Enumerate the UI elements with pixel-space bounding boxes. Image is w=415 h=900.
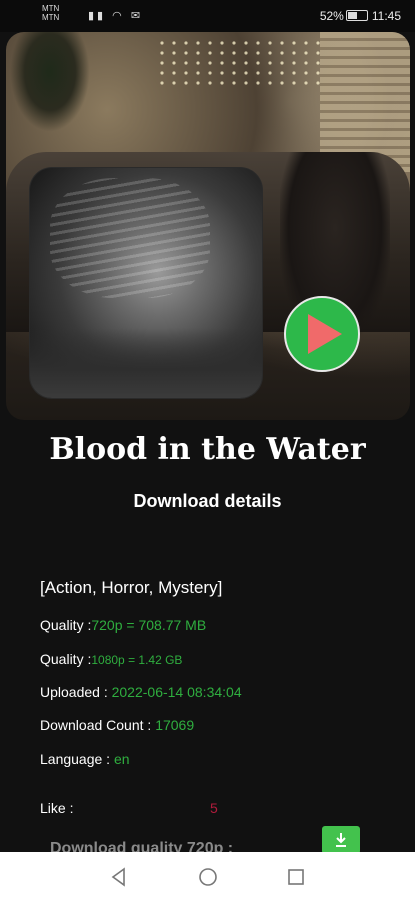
uploaded-label: Uploaded : — [40, 684, 112, 700]
home-button[interactable] — [197, 866, 219, 888]
wifi-icon: ◠ — [112, 10, 125, 22]
language-value: en — [113, 751, 130, 767]
like-label[interactable]: Like : — [40, 800, 73, 816]
home-icon — [199, 868, 217, 886]
language-row: Language : en — [40, 751, 130, 767]
quality-row-720: Quality :720p = 708.77 MB — [40, 617, 206, 633]
back-button[interactable] — [108, 866, 130, 888]
download-count-label: Download Count : — [40, 717, 156, 733]
quality-value: 1080p = 1.42 GB — [91, 653, 183, 667]
backdrop-lights — [156, 38, 326, 88]
status-icons: ▮▮ ◠ ✉ — [88, 9, 143, 22]
uploaded-value: 2022-06-14 08:34:04 — [111, 684, 242, 700]
like-count: 5 — [210, 800, 218, 816]
quality-value: 720p = 708.77 MB — [91, 617, 207, 633]
back-icon — [111, 867, 125, 887]
play-icon — [308, 314, 342, 354]
section-heading: Download details — [133, 491, 282, 511]
status-right: 52% 11:45 — [320, 9, 401, 23]
download-count-value: 17069 — [155, 717, 195, 733]
notification-icon: ✉ — [130, 10, 144, 22]
download-button[interactable] — [322, 826, 360, 854]
download-icon — [336, 833, 346, 847]
carrier-1: MTN — [42, 4, 60, 13]
battery-percent: 52% — [319, 9, 344, 23]
genres: [Action, Horror, Mystery] — [40, 578, 223, 597]
play-button[interactable] — [284, 296, 360, 372]
recents-icon — [288, 869, 304, 885]
uploaded-row: Uploaded : 2022-06-14 08:34:04 — [40, 684, 242, 700]
quality-label: Quality : — [40, 617, 92, 633]
movie-poster — [30, 168, 262, 398]
backdrop-blinds — [320, 32, 410, 172]
clock: 11:45 — [371, 9, 401, 23]
movie-title: Blood in the Water — [49, 432, 366, 467]
signal-icon: ▮▮ — [88, 10, 107, 22]
carrier-info: MTN MTN — [42, 4, 59, 22]
language-label: Language : — [40, 751, 114, 767]
battery-icon — [345, 10, 368, 21]
quality-row-1080: Quality :1080p = 1.42 GB — [40, 651, 182, 667]
quality-label: Quality : — [40, 651, 92, 667]
status-bar: MTN MTN ▮▮ ◠ ✉ 52% 11:45 — [0, 0, 415, 32]
carrier-2: MTN — [42, 13, 60, 22]
backdrop-plant — [10, 32, 90, 132]
system-nav-bar — [0, 852, 415, 900]
recents-button[interactable] — [285, 866, 307, 888]
download-count-row: Download Count : 17069 — [40, 717, 194, 733]
